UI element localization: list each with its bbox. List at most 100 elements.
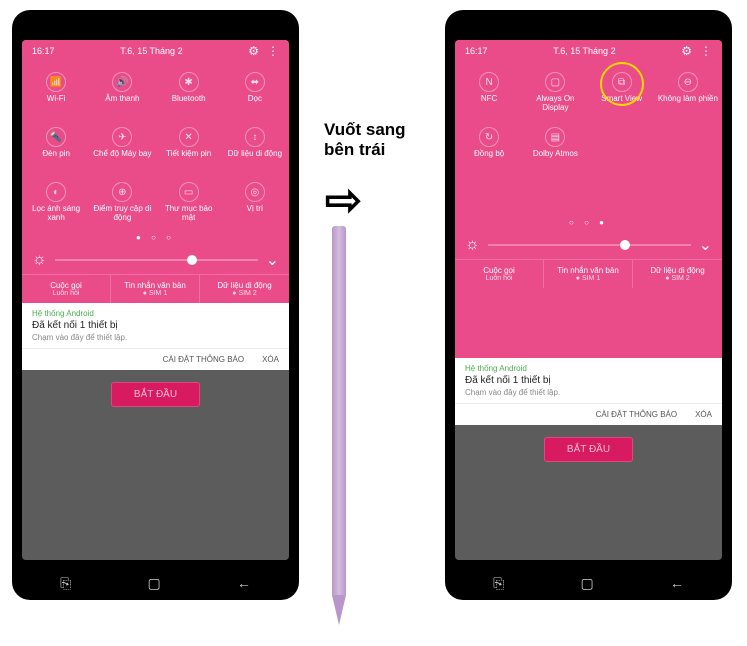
tile-always-on-display[interactable]: ▢ Always On Display bbox=[523, 66, 587, 119]
sim-title: Tin nhắn văn bản bbox=[548, 266, 628, 275]
navbar: ⎘ ▢ ← bbox=[22, 575, 289, 592]
tile-label: Always On Display bbox=[525, 95, 585, 113]
tile-label: Thư mục bảo mật bbox=[159, 205, 219, 223]
back-icon[interactable]: ← bbox=[237, 575, 251, 592]
tile-đồng-bộ[interactable]: ↻Đồng bộ bbox=[457, 121, 521, 174]
tile-smart-view[interactable]: ⧉Smart View bbox=[590, 66, 654, 119]
tile-label: Điểm truy cập di động bbox=[92, 205, 152, 223]
tile-icon: ⊖ bbox=[678, 72, 698, 92]
home-icon[interactable]: ▢ bbox=[147, 575, 160, 592]
tile-label: Smart View bbox=[601, 95, 642, 113]
start-button[interactable]: BẮT ĐẦU bbox=[111, 382, 200, 407]
tile-label: Dolby Atmos bbox=[533, 150, 578, 168]
more-icon[interactable]: ⋮ bbox=[267, 44, 279, 58]
sim-tile[interactable]: Tin nhắn văn bản● SIM 1 bbox=[111, 275, 200, 303]
tile-vị-trí[interactable]: ◎ Vị trí bbox=[223, 176, 287, 229]
tile-label: Âm thanh bbox=[105, 95, 139, 113]
tile-nfc[interactable]: NNFC bbox=[457, 66, 521, 119]
tile-icon: ⬌ bbox=[245, 72, 265, 92]
tile-label: Dữ liệu di động bbox=[228, 150, 282, 168]
notif-clear-button[interactable]: XÓA bbox=[262, 355, 279, 364]
sim-sub: ● SIM 1 bbox=[548, 275, 628, 282]
tile-icon: ↕ bbox=[245, 127, 265, 147]
notif-actions: CÀI ĐẶT THÔNG BÁO XÓA bbox=[22, 348, 289, 370]
sim-tile[interactable]: Tin nhắn văn bản● SIM 1 bbox=[544, 260, 633, 288]
notification[interactable]: Hệ thống Android Đã kết nối 1 thiết bị C… bbox=[22, 303, 289, 348]
sim-sub: ● SIM 2 bbox=[637, 275, 718, 282]
notif-sub: Chạm vào đây để thiết lập. bbox=[32, 333, 279, 342]
tile-bluetooth[interactable]: ✱ Bluetooth bbox=[157, 66, 221, 119]
notif-actions: CÀI ĐẶT THÔNG BÁO XÓA bbox=[455, 403, 722, 425]
sim-tile[interactable]: Cuộc gọiLuôn hỏi bbox=[22, 275, 111, 303]
arrow-icon: ⇨ bbox=[325, 175, 362, 226]
statusbar: 16:17 T.6, 15 Tháng 2 ⚙ ⋮ bbox=[455, 40, 722, 62]
sim-tile[interactable]: Dữ liệu di động● SIM 2 bbox=[200, 275, 289, 303]
notif-settings-button[interactable]: CÀI ĐẶT THÔNG BÁO bbox=[596, 410, 678, 419]
tile-label: Tiết kiệm pin bbox=[166, 150, 211, 168]
notif-settings-button[interactable]: CÀI ĐẶT THÔNG BÁO bbox=[163, 355, 245, 364]
back-icon[interactable]: ← bbox=[670, 575, 684, 592]
brightness-slider[interactable] bbox=[488, 244, 691, 246]
notif-clear-button[interactable]: XÓA bbox=[695, 410, 712, 419]
tile-label: Vị trí bbox=[247, 205, 263, 223]
tile-label: Lọc ánh sáng xanh bbox=[26, 205, 86, 223]
tile-label: Bluetooth bbox=[172, 95, 206, 113]
date: T.6, 15 Tháng 2 bbox=[553, 46, 615, 56]
notif-sub: Chạm vào đây để thiết lập. bbox=[465, 388, 712, 397]
tile-label: Wi-Fi bbox=[47, 95, 66, 113]
tile-tiết-kiệm-pin[interactable]: ✕ Tiết kiệm pin bbox=[157, 121, 221, 174]
gear-icon[interactable]: ⚙ bbox=[681, 44, 692, 58]
stylus bbox=[332, 226, 346, 636]
tile-label: Dọc bbox=[248, 95, 262, 113]
tile-icon: ▤ bbox=[545, 127, 565, 147]
tile-dữ-liệu-di-động[interactable]: ↕ Dữ liệu di động bbox=[223, 121, 287, 174]
notif-title: Đã kết nối 1 thiết bị bbox=[32, 320, 279, 331]
sim-title: Cuộc gọi bbox=[26, 281, 106, 290]
tile-icon: 🔦 bbox=[46, 127, 66, 147]
tile-icon: 🔊 bbox=[112, 72, 132, 92]
navbar: ⎘ ▢ ← bbox=[455, 575, 722, 592]
tile-điểm-truy-cập-di-động[interactable]: ⊕Điểm truy cập di động bbox=[90, 176, 154, 229]
sim-title: Tin nhắn văn bản bbox=[115, 281, 195, 290]
tile-wi-fi[interactable]: 📶Wi-Fi bbox=[24, 66, 88, 119]
tile-label: Không làm phiền bbox=[658, 95, 718, 113]
time: 16:17 bbox=[32, 46, 55, 56]
tile-icon: ▭ bbox=[179, 182, 199, 202]
sim-tile[interactable]: Dữ liệu di động● SIM 2 bbox=[633, 260, 722, 288]
sim-tile[interactable]: Cuộc gọiLuôn hỏi bbox=[455, 260, 544, 288]
dim-background: BẮT ĐẦU bbox=[22, 370, 289, 560]
start-button[interactable]: BẮT ĐẦU bbox=[544, 437, 633, 462]
sim-title: Dữ liệu di động bbox=[204, 281, 285, 290]
tile-icon: ✕ bbox=[179, 127, 199, 147]
dropdown-icon[interactable]: ⌄ bbox=[699, 235, 712, 255]
sim-tiles: Cuộc gọiLuôn hỏiTin nhắn văn bản● SIM 1D… bbox=[22, 274, 289, 303]
notif-app: Hệ thống Android bbox=[32, 309, 279, 318]
tile-lọc-ánh-sáng-xanh[interactable]: ◐Lọc ánh sáng xanh bbox=[24, 176, 88, 229]
sim-sub: ● SIM 1 bbox=[115, 290, 195, 297]
quick-panel-left[interactable]: 16:17 T.6, 15 Tháng 2 ⚙ ⋮ 📶Wi-Fi 🔊 Âm than… bbox=[22, 40, 289, 303]
dropdown-icon[interactable]: ⌄ bbox=[266, 250, 279, 270]
tile-âm-thanh[interactable]: 🔊 Âm thanh bbox=[90, 66, 154, 119]
tile-icon: ◎ bbox=[245, 182, 265, 202]
statusbar: 16:17 T.6, 15 Tháng 2 ⚙ ⋮ bbox=[22, 40, 289, 62]
more-icon[interactable]: ⋮ bbox=[700, 44, 712, 58]
brightness-slider[interactable] bbox=[55, 259, 258, 261]
gear-icon[interactable]: ⚙ bbox=[248, 44, 259, 58]
home-icon[interactable]: ▢ bbox=[580, 575, 593, 592]
tile-không-làm-phiền[interactable]: ⊖ Không làm phiền bbox=[656, 66, 720, 119]
tile-dọc[interactable]: ⬌ Dọc bbox=[223, 66, 287, 119]
tile-icon: ✱ bbox=[179, 72, 199, 92]
recents-icon[interactable]: ⎘ bbox=[493, 575, 504, 592]
recents-icon[interactable]: ⎘ bbox=[60, 575, 71, 592]
tile-thư-mục-bảo-mật[interactable]: ▭ Thư mục bảo mật bbox=[157, 176, 221, 229]
tile-chế-độ-máy-bay[interactable]: ✈Chế độ Máy bay bbox=[90, 121, 154, 174]
tile-dolby-atmos[interactable]: ▤ Dolby Atmos bbox=[523, 121, 587, 174]
notification[interactable]: Hệ thống Android Đã kết nối 1 thiết bị C… bbox=[455, 358, 722, 403]
tile-đèn-pin[interactable]: 🔦 Đèn pin bbox=[24, 121, 88, 174]
sim-tiles: Cuộc gọiLuôn hỏiTin nhắn văn bản● SIM 1D… bbox=[455, 259, 722, 288]
brightness-icon: ☼ bbox=[465, 236, 480, 254]
tile-icon: ▢ bbox=[545, 72, 565, 92]
tile-label: Đèn pin bbox=[42, 150, 70, 168]
quick-panel-right[interactable]: 16:17 T.6, 15 Tháng 2 ⚙ ⋮ NNFC ▢ Always On… bbox=[455, 40, 722, 358]
page-dots: ○ ○ ● bbox=[455, 214, 722, 231]
